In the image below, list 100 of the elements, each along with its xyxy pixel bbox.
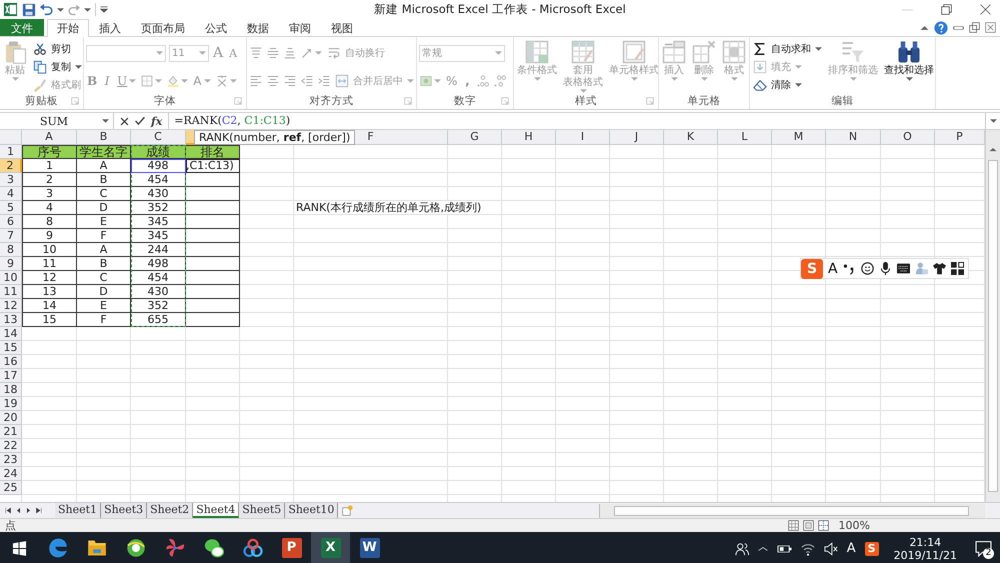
sheet-tab[interactable]: Sheet2 (147, 503, 194, 518)
notification-button[interactable]: 2 (972, 538, 994, 558)
cancel-button[interactable] (120, 116, 129, 126)
close-button[interactable] (980, 4, 991, 15)
shirt-button[interactable] (932, 262, 946, 275)
minimize-workbook-button[interactable] (953, 24, 964, 30)
row-header[interactable]: 17 (0, 369, 22, 383)
sheet-tab[interactable]: Sheet5 (239, 503, 286, 518)
ribbon-tab[interactable]: 页面布局 (131, 19, 195, 36)
row-header[interactable]: 22 (0, 439, 22, 453)
ribbon-tab[interactable]: 开始 (47, 19, 89, 37)
row-header[interactable]: 6 (0, 215, 22, 229)
collapse-ribbon-button[interactable] (920, 24, 929, 30)
volume-button[interactable] (824, 542, 838, 556)
row-header[interactable]: 7 (0, 229, 22, 243)
row-header[interactable]: 12 (0, 299, 22, 313)
ribbon-tab[interactable]: 公式 (195, 19, 237, 36)
page-layout-button[interactable] (802, 520, 814, 531)
help-button[interactable] (934, 20, 948, 34)
ribbon-button[interactable]: 查找和选择 (883, 40, 935, 81)
insert-function-button[interactable]: fx (151, 114, 162, 128)
input-mode-button[interactable]: A (828, 260, 838, 276)
formula-field[interactable]: =RANK(C2, C1:C13) (169, 113, 985, 129)
previous-sheet-button[interactable] (16, 507, 21, 514)
show-hidden-icons-button[interactable] (758, 546, 768, 552)
people-button[interactable] (734, 542, 749, 556)
ribbon-button[interactable]: 清除 (752, 76, 823, 93)
ribbon-button[interactable]: 复制 (32, 58, 83, 75)
ribbon-tab[interactable]: 视图 (321, 19, 363, 36)
ribbon-button[interactable]: 剪切 (32, 40, 83, 57)
row-header[interactable]: 13 (0, 313, 22, 327)
sheet-tab[interactable]: Sheet3 (101, 503, 148, 518)
taskbar-app[interactable]: X (311, 532, 350, 563)
column-header[interactable]: C (131, 130, 186, 145)
ribbon-button[interactable]: 自动求和 (752, 40, 823, 57)
file-tab[interactable]: 文件 (0, 19, 44, 36)
row-header[interactable]: 4 (0, 187, 22, 201)
column-header[interactable]: N (826, 130, 881, 145)
input-mode-button[interactable]: A (846, 541, 856, 556)
zoom-level[interactable]: 100% (838, 519, 870, 532)
row-header[interactable]: 16 (0, 355, 22, 369)
column-header[interactable]: M (772, 130, 826, 145)
save-button[interactable] (22, 2, 36, 16)
sheet-tab[interactable]: Sheet10 (285, 503, 338, 518)
row-header[interactable]: 23 (0, 453, 22, 467)
column-header[interactable]: I (556, 130, 610, 145)
column-header[interactable]: L (718, 130, 772, 145)
row-header[interactable]: 25 (0, 481, 22, 495)
row-header[interactable]: 15 (0, 341, 22, 355)
row-header[interactable]: 5 (0, 201, 22, 215)
row-header[interactable]: 18 (0, 383, 22, 397)
row-header[interactable]: 3 (0, 173, 22, 187)
row-header[interactable]: 24 (0, 467, 22, 481)
last-sheet-button[interactable] (36, 507, 42, 514)
ribbon-tab[interactable]: 数据 (237, 19, 279, 36)
column-header[interactable]: P (935, 130, 985, 145)
horizontal-scrollbar[interactable] (599, 504, 985, 518)
row-header[interactable]: 2 (0, 159, 22, 173)
close-workbook-button[interactable] (985, 22, 996, 33)
row-header[interactable]: 9 (0, 257, 22, 271)
column-header[interactable]: K (664, 130, 718, 145)
row-header[interactable]: 11 (0, 285, 22, 299)
vertical-scrollbar[interactable] (985, 130, 1000, 502)
column-header[interactable]: B (77, 130, 131, 145)
ribbon-tab[interactable]: 插入 (89, 19, 131, 36)
row-header[interactable]: 1 (0, 145, 22, 159)
row-header[interactable]: 14 (0, 327, 22, 341)
punctuation-button[interactable] (842, 262, 856, 275)
column-header[interactable]: H (502, 130, 556, 145)
enter-button[interactable] (135, 116, 145, 126)
first-sheet-button[interactable] (5, 507, 11, 514)
column-header[interactable]: G (448, 130, 502, 145)
battery-icon (776, 544, 792, 554)
ribbon-tab[interactable]: 审阅 (279, 19, 321, 36)
smiley-button[interactable] (860, 262, 874, 275)
row-header[interactable]: 21 (0, 425, 22, 439)
restore-button[interactable] (941, 4, 952, 15)
microphone-button[interactable] (878, 262, 892, 275)
column-header[interactable]: O (881, 130, 935, 145)
taskbar-app[interactable]: W (350, 532, 389, 563)
taskbar-app[interactable]: P (272, 532, 311, 563)
sheet-tab[interactable]: Sheet4 (193, 503, 240, 518)
undo-button[interactable] (40, 3, 53, 16)
row-header[interactable]: 20 (0, 411, 22, 425)
column-header[interactable]: J (610, 130, 664, 145)
normal-view-button[interactable] (788, 520, 799, 531)
next-sheet-button[interactable] (26, 507, 31, 514)
sheet-tab[interactable]: Sheet1 (55, 503, 102, 518)
row-header[interactable]: 19 (0, 397, 22, 411)
row-header[interactable]: 10 (0, 271, 22, 285)
column-header[interactable]: A (22, 130, 77, 145)
grid-button[interactable] (950, 262, 964, 275)
restore-workbook-button[interactable] (969, 22, 980, 33)
customize-toolbar-button[interactable] (100, 6, 108, 13)
row-header[interactable]: 8 (0, 243, 22, 257)
page-break-button[interactable] (818, 520, 829, 531)
name-box[interactable]: SUM (0, 113, 114, 129)
keyboard-button[interactable] (896, 262, 910, 275)
clock[interactable]: 21:14 2019/11/21 (894, 536, 957, 562)
table-cell (186, 229, 240, 243)
